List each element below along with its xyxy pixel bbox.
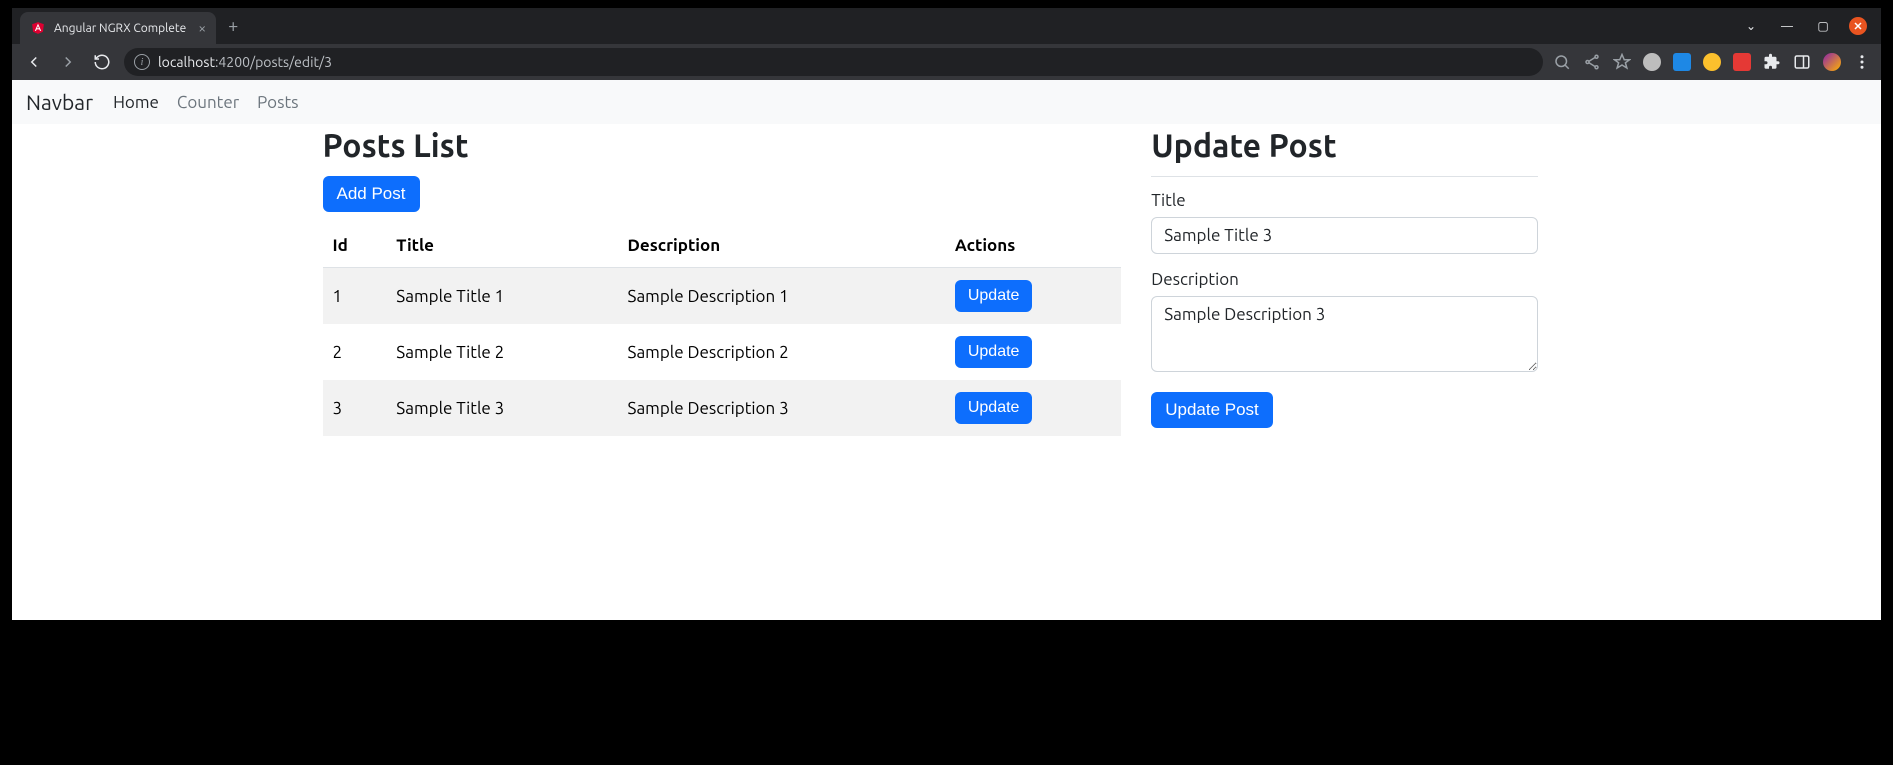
forward-button[interactable] (56, 50, 80, 74)
table-row: 3 Sample Title 3 Sample Description 3 Up… (323, 380, 1122, 436)
nav-link-home[interactable]: Home (113, 93, 159, 112)
update-button[interactable]: Update (955, 392, 1033, 424)
update-post-section: Update Post Title Description Sample Des… (1151, 124, 1538, 436)
nav-link-posts[interactable]: Posts (257, 93, 298, 112)
nav-link-counter[interactable]: Counter (177, 93, 239, 112)
cell-description: Sample Description 3 (618, 380, 945, 436)
col-description: Description (618, 224, 945, 268)
cell-title: Sample Title 2 (386, 324, 617, 380)
cell-description: Sample Description 2 (618, 324, 945, 380)
page-content: Navbar Home Counter Posts Posts List Add… (12, 80, 1881, 620)
cell-description: Sample Description 1 (618, 268, 945, 325)
site-info-icon[interactable]: i (134, 54, 150, 70)
nav-links: Home Counter Posts (113, 93, 298, 112)
col-id: Id (323, 224, 387, 268)
new-tab-button[interactable]: + (228, 16, 238, 36)
tab-bar: Angular NGRX Complete × + ⌄ — ▢ (12, 8, 1881, 44)
table-row: 1 Sample Title 1 Sample Description 1 Up… (323, 268, 1122, 325)
table-row: 2 Sample Title 2 Sample Description 2 Up… (323, 324, 1122, 380)
side-panel-icon[interactable] (1793, 53, 1811, 71)
cell-title: Sample Title 3 (386, 380, 617, 436)
maximize-icon[interactable]: ▢ (1809, 16, 1837, 36)
tab-title: Angular NGRX Complete (54, 22, 186, 35)
posts-list-heading: Posts List (323, 128, 1122, 164)
zoom-icon[interactable] (1553, 53, 1571, 71)
window-controls: ⌄ — ▢ (1737, 16, 1873, 36)
extension-icon-4[interactable] (1733, 53, 1751, 71)
back-button[interactable] (22, 50, 46, 74)
posts-list-section: Posts List Add Post Id Title Description… (323, 124, 1122, 436)
profile-avatar-icon[interactable] (1823, 53, 1841, 71)
update-button[interactable]: Update (955, 336, 1033, 368)
browser-tab[interactable]: Angular NGRX Complete × (20, 12, 216, 44)
extension-icon-2[interactable] (1673, 53, 1691, 71)
update-post-heading: Update Post (1151, 128, 1538, 164)
window-close-icon[interactable] (1849, 17, 1867, 35)
update-button[interactable]: Update (955, 280, 1033, 312)
share-icon[interactable] (1583, 53, 1601, 71)
description-label: Description (1151, 270, 1538, 289)
update-post-submit-button[interactable]: Update Post (1151, 392, 1273, 428)
browser-chrome: Angular NGRX Complete × + ⌄ — ▢ i localh… (12, 8, 1881, 80)
extension-icon-3[interactable] (1703, 53, 1721, 71)
extensions-puzzle-icon[interactable] (1763, 53, 1781, 71)
cell-id: 3 (323, 380, 387, 436)
angular-favicon-icon (30, 20, 46, 36)
title-input[interactable] (1151, 217, 1538, 254)
posts-table: Id Title Description Actions 1 Sample Ti… (323, 224, 1122, 436)
add-post-button[interactable]: Add Post (323, 176, 420, 212)
navbar: Navbar Home Counter Posts (12, 80, 1881, 124)
extension-icon-1[interactable] (1643, 53, 1661, 71)
url-text: localhost:4200/posts/edit/3 (158, 54, 332, 70)
col-actions: Actions (945, 224, 1121, 268)
toolbar-right-icons (1553, 53, 1871, 71)
reload-button[interactable] (90, 50, 114, 74)
col-title: Title (386, 224, 617, 268)
navbar-brand[interactable]: Navbar (26, 90, 93, 114)
url-bar[interactable]: i localhost:4200/posts/edit/3 (124, 48, 1543, 76)
cell-id: 1 (323, 268, 387, 325)
minimize-icon[interactable]: — (1773, 16, 1801, 36)
divider (1151, 176, 1538, 177)
description-textarea[interactable]: Sample Description 3 (1151, 296, 1538, 372)
browser-toolbar: i localhost:4200/posts/edit/3 (12, 44, 1881, 80)
kebab-menu-icon[interactable] (1853, 53, 1871, 71)
close-tab-icon[interactable]: × (198, 20, 206, 36)
title-label: Title (1151, 191, 1538, 210)
cell-title: Sample Title 1 (386, 268, 617, 325)
cell-id: 2 (323, 324, 387, 380)
chevron-down-icon[interactable]: ⌄ (1737, 16, 1765, 36)
bookmark-star-icon[interactable] (1613, 53, 1631, 71)
